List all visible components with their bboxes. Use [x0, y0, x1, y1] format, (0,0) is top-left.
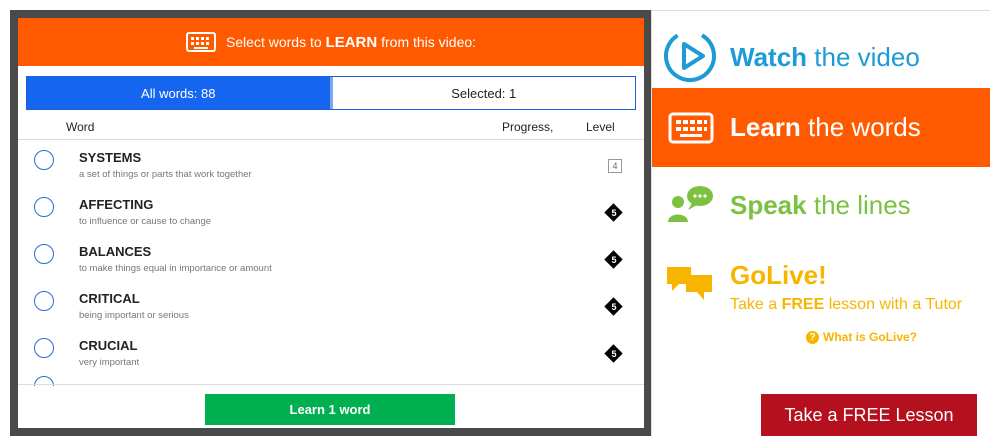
keyboard-icon [668, 112, 714, 144]
list-item[interactable]: AFFECTING to influence or cause to chang… [18, 187, 644, 234]
page-root: Select words to LEARN from this video: A… [0, 0, 990, 436]
step-label: Learn the words [730, 112, 921, 143]
golive-sub-pre: Take a [730, 296, 778, 313]
level-number: 5 [611, 302, 617, 312]
level-badge: 4 [608, 159, 622, 173]
step-label: Watch the video [730, 42, 920, 73]
level-number: 5 [611, 208, 617, 218]
word-filter-tabs: All words: 88 Selected: 1 [26, 76, 636, 110]
word-definition: to make things equal in importance or am… [79, 263, 272, 274]
column-word: Word [66, 120, 95, 134]
steps-sidebar: Watch the video Learn the words Speak th… [651, 10, 990, 436]
step-label-strong: Learn [730, 112, 801, 142]
header-emph: LEARN [325, 33, 378, 51]
chat-bubbles-icon [667, 267, 712, 300]
word-definition: being important or serious [79, 310, 189, 321]
keyboard-icon [185, 32, 216, 52]
level-number: 5 [611, 255, 617, 265]
level-badge: 5 [604, 344, 623, 363]
panel-header-title: Select words to LEARN from this video: [226, 34, 476, 51]
word-title: CRITICAL [79, 291, 140, 306]
step-watch-video[interactable]: Watch the video [652, 20, 990, 92]
step-label-strong: Speak [730, 190, 807, 220]
step-label-strong: Watch [730, 42, 808, 72]
step-label-rest: the video [814, 42, 920, 72]
select-radio[interactable] [34, 244, 54, 264]
level-badge: 5 [604, 250, 623, 269]
word-definition: very important [79, 357, 140, 368]
footer-divider [18, 384, 644, 385]
question-circle-icon: ? [806, 330, 819, 344]
free-lesson-button[interactable]: Take a FREE Lesson [761, 394, 977, 436]
play-circle-icon [664, 30, 716, 82]
golive-sub-post: lesson with a Tutor [828, 296, 963, 313]
what-is-golive-link[interactable]: ? What is GoLive? [806, 330, 917, 344]
select-radio[interactable] [34, 150, 54, 170]
step-label: Speak the lines [730, 190, 911, 221]
select-radio[interactable] [34, 197, 54, 217]
golive-sub-strong: FREE [781, 296, 825, 313]
level-badge: 5 [604, 297, 623, 316]
step-label-rest: the lines [813, 190, 911, 220]
panel-header: Select words to LEARN from this video: [18, 18, 644, 66]
step-golive[interactable]: GoLive! Take a FREE lesson with a Tutor … [652, 260, 990, 350]
learn-panel-inner: Select words to LEARN from this video: A… [18, 18, 644, 428]
list-item[interactable]: SYSTEMS a set of things or parts that wo… [18, 140, 644, 187]
list-item[interactable]: BALANCES to make things equal in importa… [18, 234, 644, 281]
list-item[interactable]: CRUCIAL very important 5 [18, 328, 644, 375]
what-is-golive-text: What is GoLive? [823, 330, 918, 344]
step-speak-lines[interactable]: Speak the lines [652, 180, 990, 240]
word-title: CRUCIAL [79, 338, 138, 353]
select-radio[interactable] [34, 291, 54, 311]
column-progress[interactable]: Progress, [502, 120, 553, 134]
word-definition: a set of things or parts that work toget… [79, 169, 252, 180]
list-item[interactable]: CRITICAL being important or serious 5 [18, 281, 644, 328]
word-definition: to influence or cause to change [79, 216, 212, 227]
word-title: AFFECTING [79, 197, 154, 212]
word-title: BALANCES [79, 244, 152, 259]
header-prefix: Select words to [225, 33, 322, 50]
header-suffix: from this video: [381, 33, 477, 50]
step-label-rest: the words [808, 112, 921, 142]
word-title: SYSTEMS [79, 150, 142, 165]
tab-all-words[interactable]: All words: 88 [27, 77, 333, 109]
select-radio[interactable] [34, 338, 54, 358]
level-number: 5 [611, 349, 617, 359]
word-list: SYSTEMS a set of things or parts that wo… [18, 140, 644, 386]
learn-panel: Select words to LEARN from this video: A… [10, 10, 652, 436]
column-headers: Word Progress, Level [18, 120, 644, 140]
sidebar-top-border [652, 10, 990, 11]
tab-selected-words[interactable]: Selected: 1 [332, 77, 635, 109]
learn-words-button[interactable]: Learn 1 word [205, 394, 455, 425]
level-badge: 5 [604, 203, 623, 222]
golive-title: GoLive! [730, 260, 827, 290]
column-level[interactable]: Level [586, 120, 615, 134]
golive-subtitle: Take a FREE lesson with a Tutor [730, 296, 962, 314]
speaking-person-icon [668, 186, 713, 222]
step-learn-words[interactable]: Learn the words [652, 88, 990, 167]
